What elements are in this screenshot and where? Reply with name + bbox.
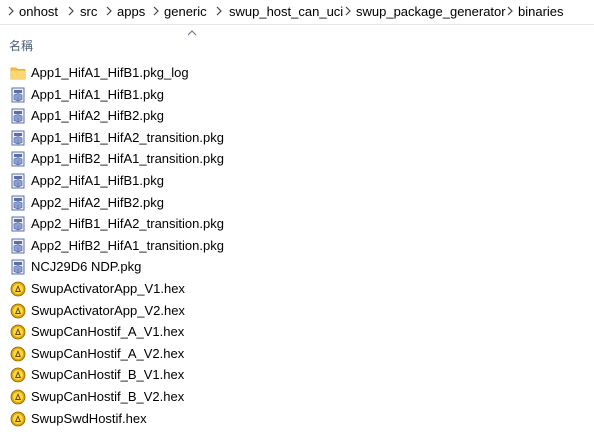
file-name: SwupCanHostif_B_V2.hex xyxy=(31,389,185,404)
chevron-right-icon[interactable] xyxy=(66,3,76,19)
file-row[interactable]: SwupCanHostif_B_V1.hex xyxy=(0,364,594,386)
breadcrumb: onhost src apps generic swup_host_can_uci swu… xyxy=(0,0,594,24)
file-row[interactable]: App1_HifA2_HifB2.pkg xyxy=(0,105,594,127)
hex-file-icon xyxy=(10,346,26,362)
breadcrumb-item[interactable]: src xyxy=(80,4,97,19)
hex-file-icon xyxy=(10,303,26,319)
package-file-icon xyxy=(10,173,26,189)
file-name: SwupCanHostif_A_V2.hex xyxy=(31,345,185,361)
file-name: App2_HifB2_HifA1_transition.pkg xyxy=(31,237,224,253)
file-name: App2_HifA2_HifB2.pkg xyxy=(31,194,164,210)
package-file-icon xyxy=(10,259,26,275)
chevron-right-icon[interactable] xyxy=(343,3,353,19)
file-row[interactable]: SwupSwdHostif.hex xyxy=(0,408,594,430)
chevron-right-icon[interactable] xyxy=(214,3,224,19)
file-row[interactable]: NCJ29D6 NDP.pkg xyxy=(0,256,594,278)
file-row[interactable]: App1_HifA1_HifB1.pkg xyxy=(0,84,594,106)
column-header-row: 名稱 xyxy=(0,25,594,59)
package-file-icon xyxy=(10,108,26,124)
file-name: App1_HifA2_HifB2.pkg xyxy=(31,108,164,124)
folder-icon xyxy=(10,65,26,81)
file-row[interactable]: App1_HifA1_HifB1.pkg_log xyxy=(0,62,594,84)
file-name: SwupCanHostif_B_V1.hex xyxy=(31,367,185,383)
file-row[interactable]: SwupCanHostif_B_V2.hex xyxy=(0,386,594,408)
breadcrumb-item[interactable]: onhost xyxy=(19,4,58,19)
sort-ascending-icon xyxy=(187,30,197,36)
package-file-icon xyxy=(10,195,26,211)
file-name: App1_HifB2_HifA1_transition.pkg xyxy=(31,151,224,167)
file-name: SwupCanHostif_A_V1.hex xyxy=(31,324,185,340)
file-name: SwupActivatorApp_V2.hex xyxy=(31,302,185,318)
file-name: App1_HifA1_HifB1.pkg xyxy=(31,86,164,102)
chevron-right-icon[interactable] xyxy=(104,3,114,19)
column-header-name[interactable]: 名稱 xyxy=(9,37,33,54)
breadcrumb-item[interactable]: swup_package_generator xyxy=(356,4,506,19)
package-file-icon xyxy=(10,130,26,146)
package-file-icon xyxy=(10,238,26,254)
file-name: NCJ29D6 NDP.pkg xyxy=(31,259,142,275)
breadcrumb-item[interactable]: generic xyxy=(164,4,207,19)
chevron-right-icon[interactable] xyxy=(151,3,161,19)
breadcrumb-item[interactable]: apps xyxy=(117,4,145,19)
file-row[interactable]: App1_HifB1_HifA2_transition.pkg xyxy=(0,127,594,149)
hex-file-icon xyxy=(10,367,26,383)
file-row[interactable]: SwupActivatorApp_V2.hex xyxy=(0,300,594,322)
file-row[interactable]: App2_HifB1_HifA2_transition.pkg xyxy=(0,213,594,235)
file-row[interactable]: App2_HifA1_HifB1.pkg xyxy=(0,170,594,192)
hex-file-icon xyxy=(10,281,26,297)
file-name: SwupActivatorApp_V1.hex xyxy=(31,281,185,296)
file-name: SwupSwdHostif.hex xyxy=(31,410,147,426)
file-name: App1_HifB1_HifA2_transition.pkg xyxy=(31,129,224,145)
file-row[interactable]: SwupCanHostif_A_V2.hex xyxy=(0,343,594,365)
package-file-icon xyxy=(10,87,26,103)
package-file-icon xyxy=(10,151,26,167)
breadcrumb-item[interactable]: swup_host_can_uci xyxy=(229,4,343,19)
file-name: App2_HifB1_HifA2_transition.pkg xyxy=(31,216,224,232)
file-name: App2_HifA1_HifB1.pkg xyxy=(31,173,164,188)
package-file-icon xyxy=(10,216,26,232)
file-row[interactable]: App2_HifA2_HifB2.pkg xyxy=(0,192,594,214)
file-row[interactable]: App1_HifB2_HifA1_transition.pkg xyxy=(0,148,594,170)
chevron-right-icon[interactable] xyxy=(6,3,16,19)
breadcrumb-item[interactable]: binaries xyxy=(518,4,564,19)
file-row[interactable]: App2_HifB2_HifA1_transition.pkg xyxy=(0,235,594,257)
chevron-right-icon[interactable] xyxy=(505,3,515,19)
hex-file-icon xyxy=(10,389,26,405)
file-row[interactable]: SwupCanHostif_A_V1.hex xyxy=(0,321,594,343)
file-name: App1_HifA1_HifB1.pkg_log xyxy=(31,65,189,80)
hex-file-icon xyxy=(10,411,26,427)
file-row[interactable]: SwupActivatorApp_V1.hex xyxy=(0,278,594,300)
hex-file-icon xyxy=(10,324,26,340)
